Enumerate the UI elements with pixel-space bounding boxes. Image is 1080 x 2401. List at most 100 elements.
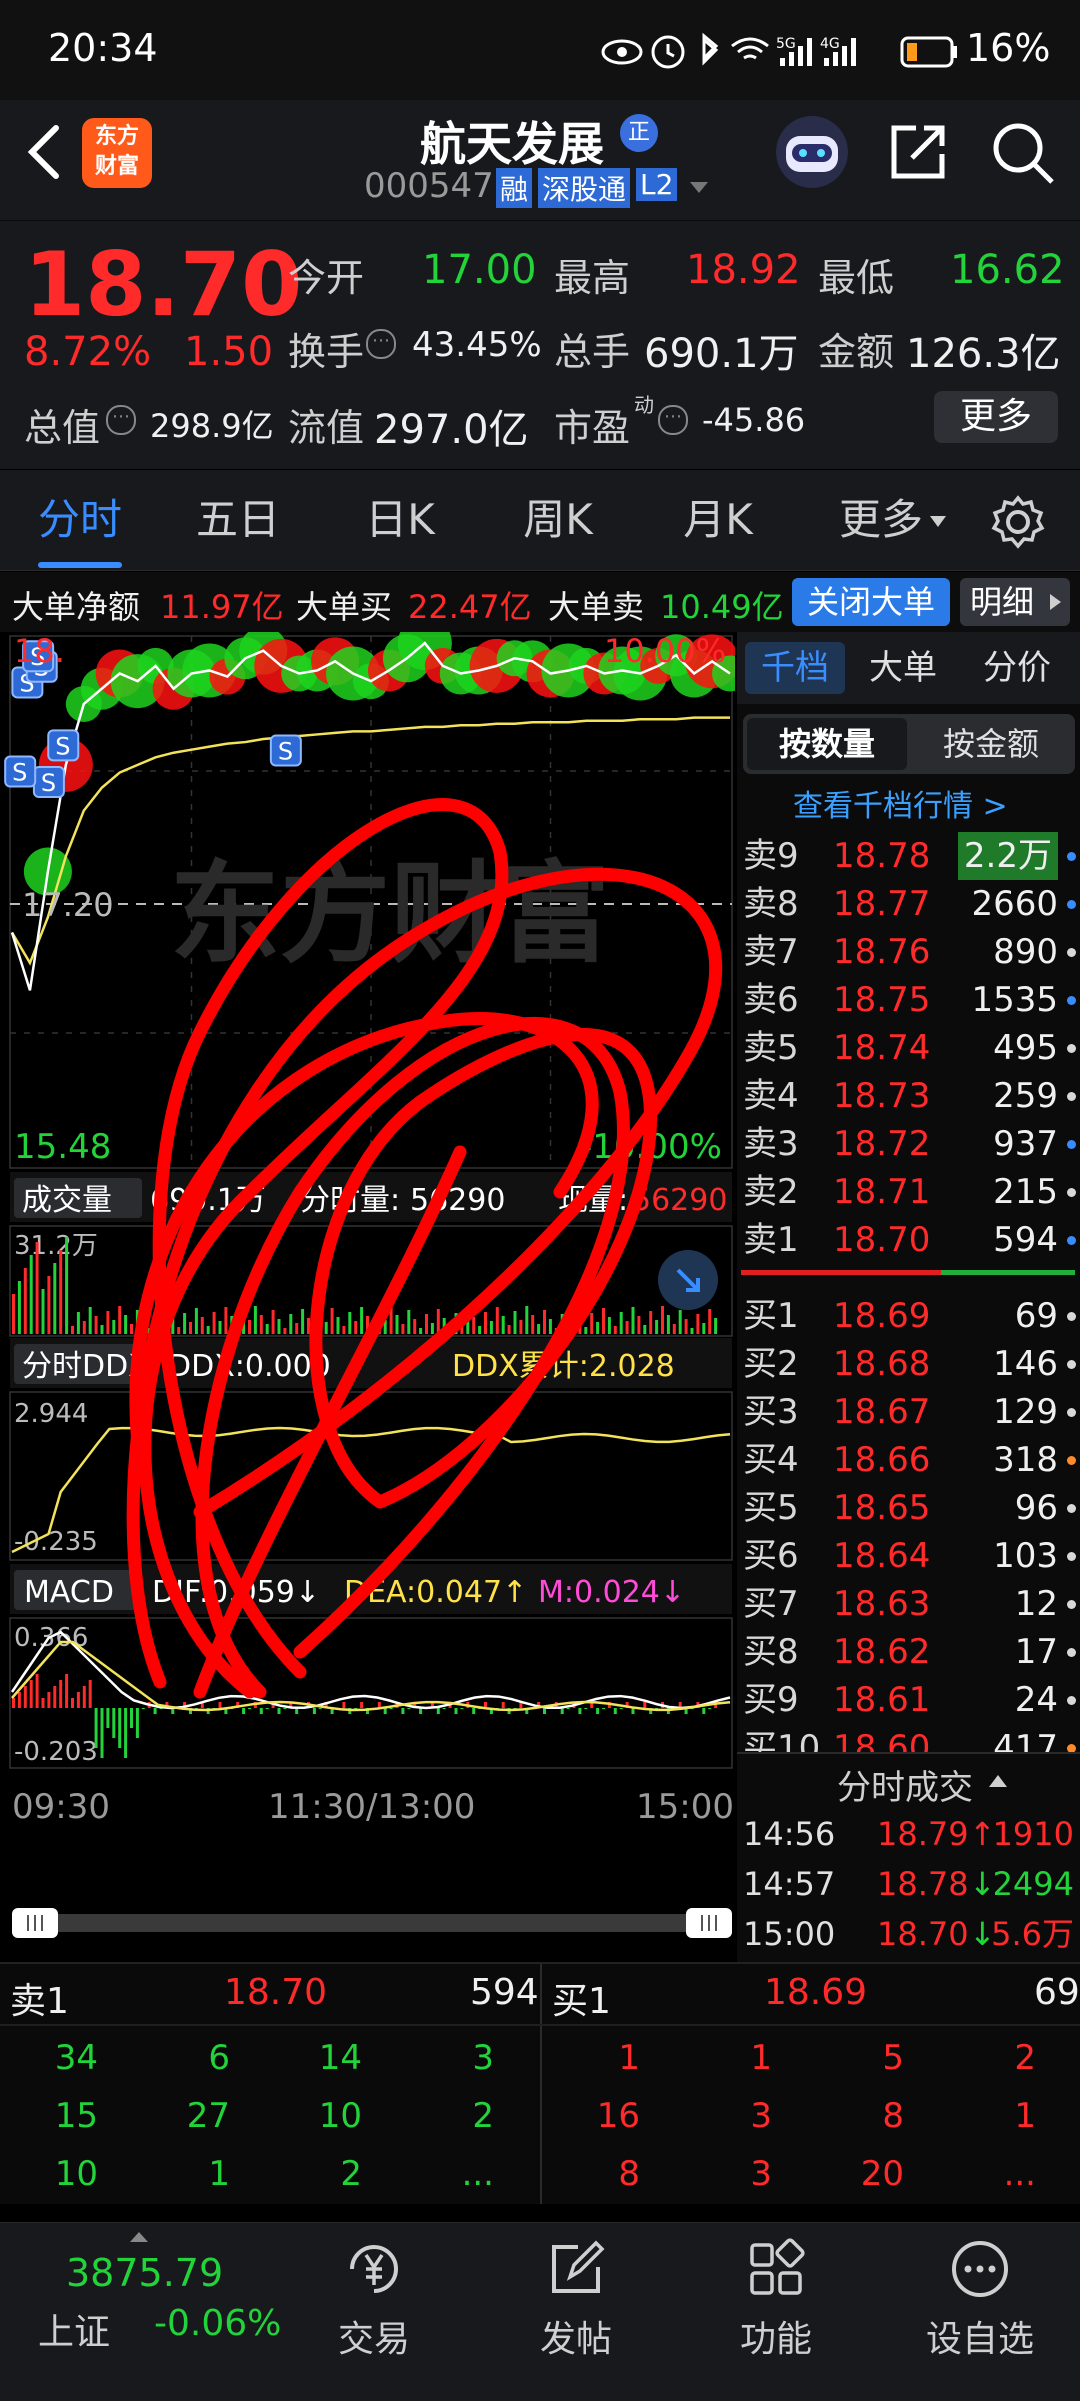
- more-button[interactable]: 更多: [934, 391, 1058, 443]
- intraday-chart-svg[interactable]: 东方财富 SSSSSSS 18. 10.00% 17.20 15.48 -10.…: [0, 632, 735, 1962]
- back-arrow-icon[interactable]: [24, 122, 64, 182]
- more-dots-icon: [952, 2241, 1008, 2297]
- volume-bar: [277, 1319, 281, 1334]
- tab-weekly-k[interactable]: 周K: [498, 470, 618, 570]
- volume-bar: [495, 1307, 499, 1334]
- volume-period: 56290: [410, 1183, 505, 1218]
- ask-price: 18.74: [833, 1028, 931, 1068]
- tab-monthly-k[interactable]: 月K: [658, 470, 778, 570]
- index-change[interactable]: -0.06%: [154, 2303, 281, 2344]
- tab-big-order[interactable]: 大单: [869, 642, 937, 694]
- bid-row[interactable]: 买6 18.64 103: [737, 1532, 1080, 1580]
- ask-volume: 2.2万: [957, 832, 1058, 880]
- queue-order: 1: [208, 2154, 230, 2194]
- macd-bar: [100, 1708, 104, 1758]
- nav-functions[interactable]: 功能: [686, 2223, 866, 2362]
- ask-row[interactable]: 卖8 18.77 2660: [737, 880, 1080, 928]
- tab-more[interactable]: 更多: [826, 470, 936, 570]
- high-value: 18.92: [686, 247, 801, 293]
- info-icon[interactable]: ⋯: [106, 405, 136, 435]
- volume-bar: [76, 1312, 80, 1334]
- open-label: 今开: [288, 256, 365, 300]
- ddx-cumulative: DDX累计:2.028: [452, 1349, 675, 1384]
- ask-row[interactable]: 卖7 18.76 890: [737, 928, 1080, 976]
- tab-five-day[interactable]: 五日: [178, 470, 298, 570]
- subtab-by-amount[interactable]: 按金额: [911, 718, 1071, 770]
- view-level-book-link[interactable]: 查看千档行情 >: [793, 782, 1008, 832]
- stock-header: 东方 财富 航天发展 正 000547 融 深股通 L2: [0, 100, 1080, 220]
- time-range-slider[interactable]: [12, 1914, 726, 1932]
- subtab-by-quantity[interactable]: 按数量: [747, 718, 907, 770]
- ask-price: 18.76: [833, 932, 931, 972]
- bid-price: 18.66: [833, 1440, 931, 1480]
- ask-price: 18.78: [833, 836, 931, 876]
- info-icon[interactable]: ⋯: [366, 329, 396, 359]
- chevron-down-icon[interactable]: [688, 180, 710, 196]
- bid-row[interactable]: 买3 18.67 129: [737, 1388, 1080, 1436]
- bid-row[interactable]: 买1 18.69 69: [737, 1292, 1080, 1340]
- grid-icon: [750, 2238, 805, 2295]
- edit-icon: [552, 2240, 605, 2293]
- volume-label: 总手: [554, 330, 631, 374]
- indicator-dot: [1067, 1044, 1076, 1053]
- volume-bar: [65, 1237, 69, 1334]
- bid-row[interactable]: 买7 18.63 12: [737, 1580, 1080, 1628]
- bid-price: 18.67: [833, 1392, 931, 1432]
- queue-order: 1: [1014, 2096, 1036, 2136]
- ask-row[interactable]: 卖5 18.74 495: [737, 1024, 1080, 1072]
- volume-bar: [348, 1312, 352, 1334]
- intraday-chart-area[interactable]: 东方财富 SSSSSSS 18. 10.00% 17.20 15.48 -10.…: [0, 632, 735, 1962]
- tab-daily-k[interactable]: 日K: [340, 470, 460, 570]
- ask-row[interactable]: 卖3 18.72 937: [737, 1120, 1080, 1168]
- robot-assistant-icon[interactable]: [772, 112, 852, 192]
- ask-row[interactable]: 卖1 18.70 594: [737, 1216, 1080, 1264]
- volume-bar: [35, 1242, 39, 1334]
- dea-line: [11, 1640, 731, 1712]
- queue-order: 34: [54, 2038, 98, 2078]
- bid-row[interactable]: 买8 18.62 17: [737, 1628, 1080, 1676]
- macd-bar: [94, 1708, 98, 1748]
- index-value[interactable]: 3875.79: [66, 2251, 223, 2295]
- bid-row[interactable]: 买4 18.66 318: [737, 1436, 1080, 1484]
- volume-bar: [124, 1315, 128, 1334]
- ask-row[interactable]: 卖2 18.71 215: [737, 1168, 1080, 1216]
- close-big-order-button[interactable]: 关闭大单: [792, 578, 950, 626]
- ask-row[interactable]: 卖9 18.78 2.2万: [737, 832, 1080, 880]
- queue-order: 27: [186, 2096, 230, 2136]
- bid-row[interactable]: 买5 18.65 96: [737, 1484, 1080, 1532]
- bid-row[interactable]: 买9 18.61 24: [737, 1676, 1080, 1724]
- svg-text:S: S: [278, 738, 293, 766]
- tab-price-dist[interactable]: 分价: [983, 642, 1051, 694]
- index-name[interactable]: 上证: [38, 2303, 110, 2355]
- volume-bar: [100, 1325, 104, 1334]
- svg-text:4G: 4G: [820, 36, 840, 52]
- volume-bar: [94, 1316, 98, 1334]
- info-icon[interactable]: ⋯: [658, 405, 688, 435]
- tab-intraday[interactable]: 分时: [20, 470, 140, 570]
- macd-bar: [543, 1708, 546, 1714]
- nav-trade[interactable]: 交易: [284, 2223, 464, 2362]
- macd-bar: [702, 1708, 706, 1714]
- ask-volume: 937: [993, 1124, 1058, 1164]
- ticks-title[interactable]: 分时成交: [837, 1760, 973, 1809]
- macd-bar: [442, 1708, 446, 1709]
- pe-dynamic-tag: 动: [634, 393, 654, 417]
- volume-bar: [649, 1311, 653, 1334]
- queue-order: 1: [750, 2038, 772, 2078]
- macd-bar: [65, 1674, 69, 1708]
- volume-bar: [17, 1281, 21, 1334]
- volume-bar: [271, 1310, 275, 1334]
- share-icon[interactable]: [886, 120, 950, 184]
- ask-level: 卖4: [743, 1076, 799, 1116]
- tick-time: 14:56: [743, 1815, 836, 1853]
- gear-icon[interactable]: [990, 494, 1046, 550]
- tab-level-book[interactable]: 千档: [745, 642, 845, 694]
- queue-order: 5: [882, 2038, 904, 2078]
- bid-row[interactable]: 买2 18.68 146: [737, 1340, 1080, 1388]
- nav-post[interactable]: 发帖: [486, 2223, 666, 2362]
- ask-row[interactable]: 卖4 18.73 259: [737, 1072, 1080, 1120]
- bid-price: 18.65: [833, 1488, 931, 1528]
- search-icon[interactable]: [990, 120, 1056, 186]
- ask-row[interactable]: 卖6 18.75 1535: [737, 976, 1080, 1024]
- nav-add-watchlist[interactable]: 设自选: [890, 2223, 1070, 2362]
